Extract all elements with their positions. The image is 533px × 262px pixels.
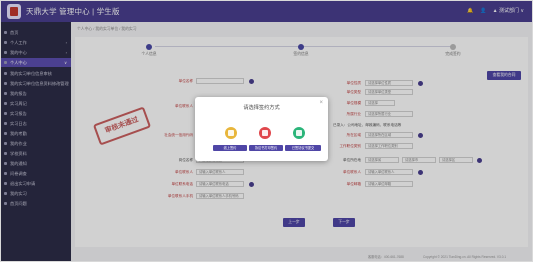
submitted-sign-button[interactable]: 已签协议书提交 — [285, 145, 321, 151]
submitted-sign-icon[interactable] — [293, 127, 305, 139]
online-sign-button[interactable]: 线上签约 — [213, 145, 247, 151]
sign-method-dialog: 请选择签约方式 × 线上签约 协议书打印签约 已签协议书提交 — [195, 97, 328, 161]
online-sign-icon[interactable] — [225, 127, 237, 139]
print-sign-button[interactable]: 协议书打印签约 — [249, 145, 283, 151]
print-sign-icon[interactable] — [259, 127, 271, 139]
close-icon[interactable]: × — [319, 100, 323, 106]
app-window: 天鼎大学 管理中心 | 学生版 🔔 👤 ▲ 测试部门 ∨ 首页 个人工作 › 我的… — [0, 0, 533, 262]
dialog-title: 请选择签约方式 — [243, 105, 280, 111]
